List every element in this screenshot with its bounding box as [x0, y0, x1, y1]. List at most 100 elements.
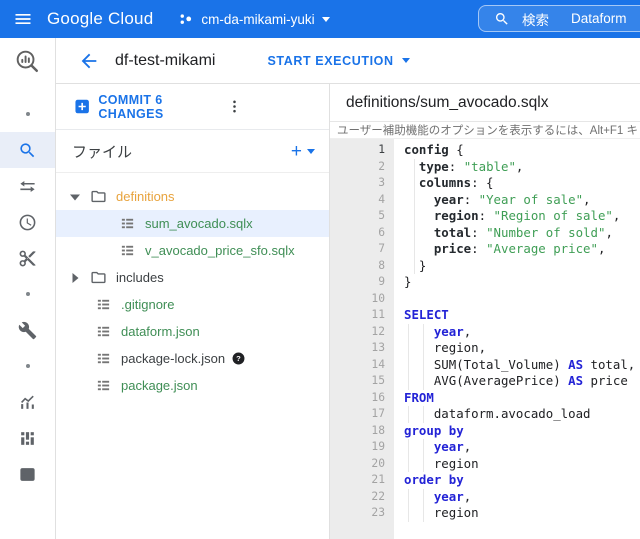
indent-guide [408, 340, 409, 357]
left-nav-rail [0, 38, 56, 539]
dot-icon[interactable] [0, 96, 55, 132]
code-line[interactable]: dataform.avocado_load [404, 406, 640, 423]
help-icon[interactable]: ? [232, 352, 245, 365]
line-number: 3 [378, 176, 385, 189]
code-line[interactable]: columns: { [404, 175, 640, 192]
indent-guide [408, 356, 409, 373]
bi-blocks-icon[interactable] [0, 420, 55, 456]
commit-row: COMMIT 6 CHANGES [56, 84, 329, 130]
line-number: 2 [378, 159, 385, 173]
line-number: 12 [371, 324, 385, 338]
code-line[interactable]: region [404, 455, 640, 472]
file-icon [97, 353, 110, 364]
tree-folder-row[interactable]: includes [56, 264, 329, 291]
sync-alt-icon[interactable] [0, 168, 55, 204]
indent-guide [423, 406, 424, 423]
code-line[interactable]: year, [404, 439, 640, 456]
code-line[interactable]: year: "Year of sale", [404, 191, 640, 208]
line-number: 17 [371, 407, 385, 420]
wrench-icon[interactable] [0, 312, 55, 348]
code-line[interactable]: config { [404, 142, 640, 159]
file-label: package.json [121, 378, 198, 393]
code-line[interactable]: region: "Region of sale", [404, 208, 640, 225]
line-number: 23 [371, 506, 385, 519]
code-line[interactable]: } [404, 257, 640, 274]
commit-changes-button[interactable]: COMMIT 6 CHANGES [75, 93, 226, 121]
line-number: 15 [371, 374, 385, 387]
line-number: 11 [371, 308, 385, 321]
code-line[interactable]: total: "Number of sold", [404, 224, 640, 241]
indent-guide [408, 505, 409, 522]
indent-guide [423, 488, 424, 505]
indent-guide [423, 439, 424, 456]
file-tree: definitions sum_avocado.sqlx v_avocado_pri… [56, 173, 329, 399]
table-grid-icon[interactable] [0, 456, 55, 492]
code-line[interactable]: price: "Average price", [404, 241, 640, 258]
code-content[interactable]: config { type: "table", columns: { year:… [394, 139, 640, 539]
indent-guide [423, 505, 424, 522]
tree-file-row[interactable]: sum_avocado.sqlx [56, 210, 329, 237]
indent-guide [414, 257, 415, 274]
line-number: 1 [378, 143, 385, 156]
caret-collapsed-icon[interactable] [70, 272, 80, 283]
back-arrow-icon[interactable] [78, 50, 100, 72]
tree-file-row[interactable]: v_avocado_price_sfo.sqlx [56, 237, 329, 264]
hamburger-menu-icon[interactable] [13, 9, 33, 29]
search-icon[interactable] [0, 132, 55, 168]
editor-file-title: definitions/sum_avocado.sqlx [330, 84, 640, 122]
dot-icon[interactable] [0, 276, 55, 312]
code-line[interactable]: year, [404, 323, 640, 340]
start-execution-button[interactable]: START EXECUTION [267, 53, 410, 68]
indent-guide [423, 356, 424, 373]
indent-guide [423, 455, 424, 472]
cut-icon[interactable] [0, 240, 55, 276]
file-label: dataform.json [121, 324, 200, 339]
files-title: ファイル [72, 143, 133, 161]
indent-guide [423, 323, 424, 340]
svg-text:?: ? [236, 354, 241, 363]
line-number: 4 [378, 192, 385, 206]
code-line[interactable]: type: "table", [404, 158, 640, 175]
files-header: ファイル + [56, 130, 329, 173]
indent-guide [414, 208, 415, 225]
search-input[interactable]: 検索 Dataform [478, 5, 640, 32]
code-line[interactable]: FROM [404, 390, 640, 407]
dataform-logo-icon [0, 38, 55, 84]
project-switcher[interactable]: cm-da-mikami-yuki [177, 11, 330, 28]
start-execution-label: START EXECUTION [267, 53, 394, 68]
code-line[interactable]: order by [404, 472, 640, 489]
analytics-icon[interactable] [0, 384, 55, 420]
line-number: 19 [371, 440, 385, 453]
code-line[interactable]: region, [404, 340, 640, 357]
line-number: 20 [371, 456, 385, 470]
tree-file-row[interactable]: .gitignore [56, 291, 329, 318]
clock-icon[interactable] [0, 204, 55, 240]
file-icon [97, 380, 110, 391]
line-number: 14 [371, 357, 385, 371]
caret-down-icon [321, 16, 330, 22]
code-line[interactable]: SELECT [404, 307, 640, 324]
line-number: 22 [371, 489, 385, 503]
tree-file-row[interactable]: package-lock.json? [56, 345, 329, 372]
google-cloud-logo[interactable]: Google Cloud [47, 9, 153, 29]
dot-icon[interactable] [0, 348, 55, 384]
code-line[interactable]: AVG(AveragePrice) AS price [404, 373, 640, 390]
search-label: 検索 [522, 12, 549, 28]
code-line[interactable] [404, 291, 640, 308]
code-line[interactable]: SUM(Total_Volume) AS total, [404, 356, 640, 373]
tree-file-row[interactable]: dataform.json [56, 318, 329, 345]
caret-expanded-icon[interactable] [70, 192, 80, 202]
tree-folder-row[interactable]: definitions [56, 183, 329, 210]
gcp-top-bar: Google Cloud cm-da-mikami-yuki 検索 Datafo… [0, 0, 640, 38]
code-line[interactable]: year, [404, 488, 640, 505]
kebab-menu-icon[interactable] [226, 98, 243, 115]
code-line[interactable]: region [404, 505, 640, 522]
code-line[interactable]: group by [404, 423, 640, 440]
add-file-button[interactable]: + [291, 142, 315, 161]
code-line[interactable]: } [404, 274, 640, 291]
line-number: 5 [378, 209, 385, 222]
file-label: package-lock.json [121, 351, 226, 366]
files-panel: COMMIT 6 CHANGES ファイル + definitions sum_a… [56, 84, 330, 539]
tree-file-row[interactable]: package.json [56, 372, 329, 399]
search-value: Dataform [571, 11, 627, 26]
